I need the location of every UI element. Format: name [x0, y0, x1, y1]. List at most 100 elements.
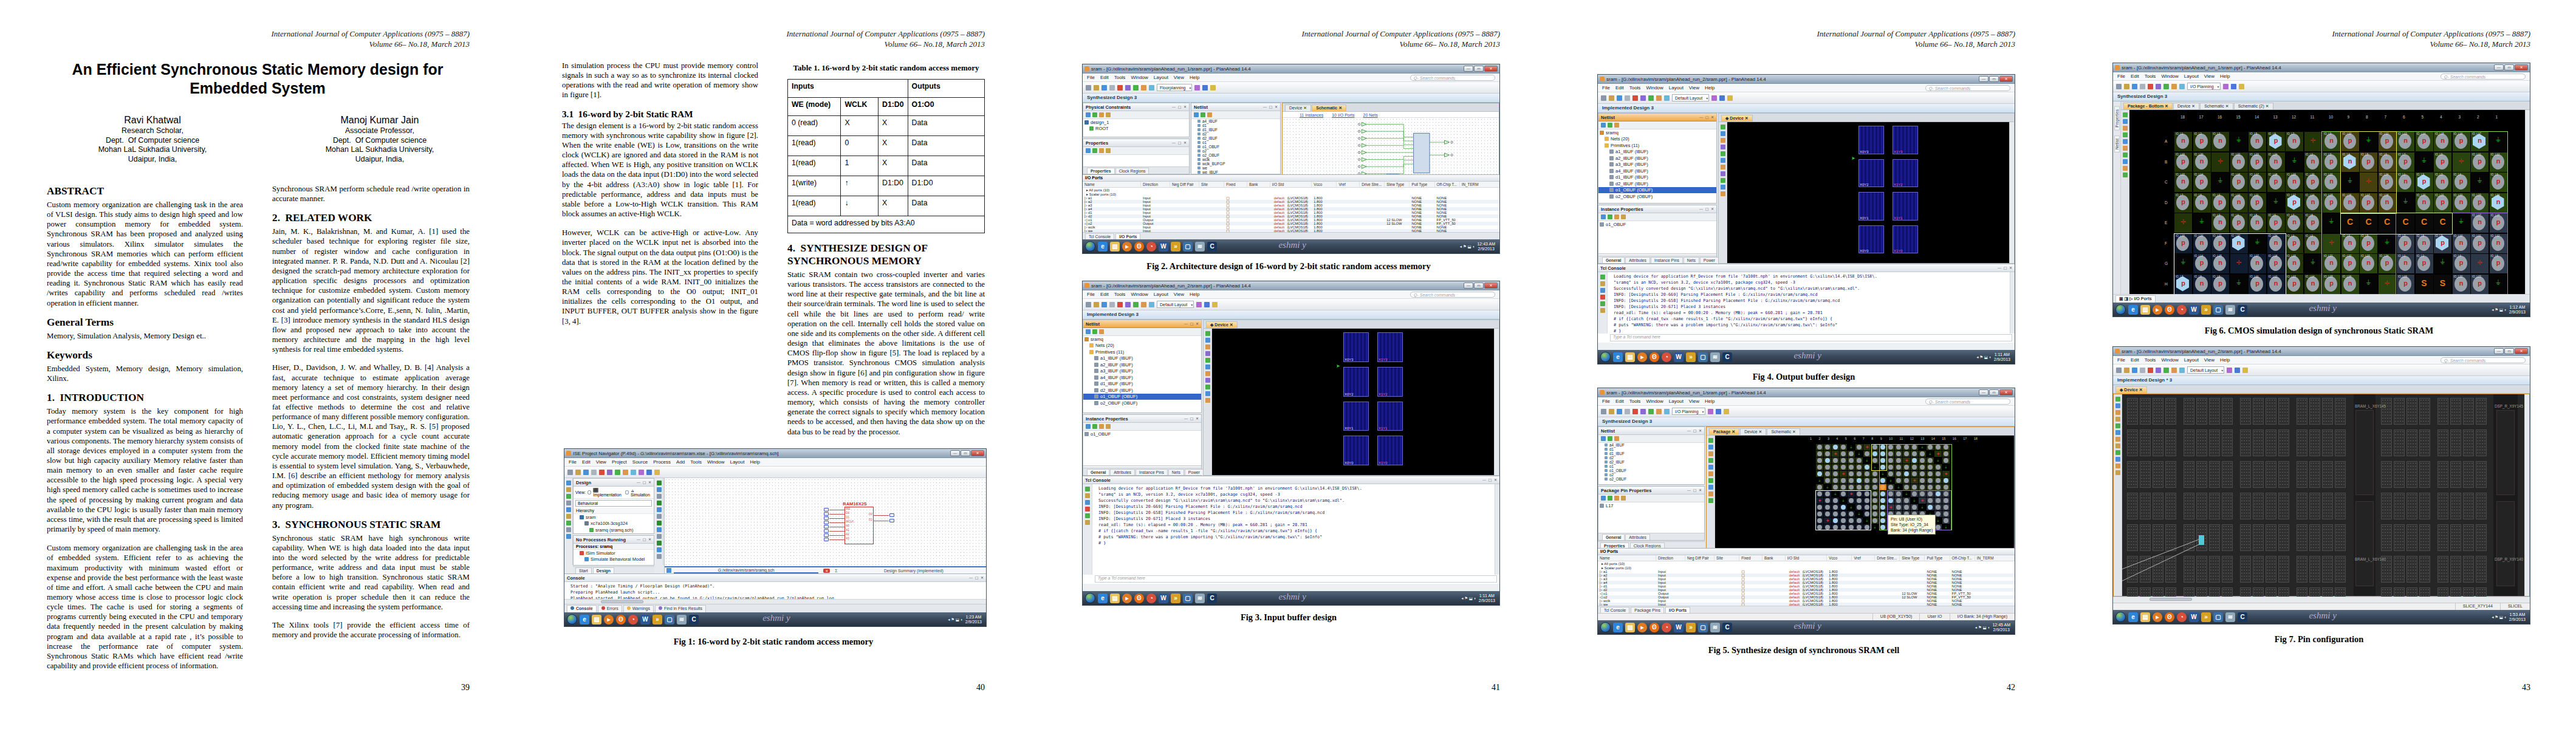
package-pin-cell: IO_L7p — [2174, 275, 2192, 294]
tree-item: o2_OBUF (OBUF) — [1083, 400, 1201, 406]
view-row: View:⬛ Implementation🜁 Simulation — [574, 487, 654, 499]
menu-layout: Layout — [730, 459, 744, 465]
package-pin-cell: IO_L10n — [2230, 193, 2248, 213]
tab-instance-pins: Instance Pins — [1651, 257, 1683, 263]
journal-header-line1: International Journal of Computer Applic… — [1817, 29, 2015, 39]
ruler-number: 6 — [2403, 115, 2405, 119]
toolbar-icon — [1617, 95, 1622, 101]
view-tab-package: Package ✕ — [1709, 428, 1739, 435]
device-tool-icon — [1205, 371, 1210, 376]
io-col-vref: Vref — [1852, 555, 1875, 561]
menu-window: Window — [2161, 357, 2178, 363]
tree-item: d2_IBUF — [1598, 460, 1704, 464]
xilinx-ise-icon: » — [2201, 305, 2211, 315]
tree-item-icon — [1089, 350, 1094, 354]
tree-item: wclk_BUFGP — [1191, 162, 1280, 166]
display-icon: ▢ — [1698, 352, 1708, 362]
folder-icon: ▤ — [2140, 612, 2150, 622]
package-pin-cell: IO_L2p — [2416, 254, 2433, 273]
continuation-paragraph: Synchronous SRAM perform schedule read /… — [272, 184, 470, 204]
package-pin-cell: IO_L8n — [2193, 275, 2211, 294]
side-tool-icon — [566, 514, 571, 519]
tcl-command-input: Type a Tcl command here — [1095, 575, 1497, 583]
tree-item-icon — [1605, 143, 1609, 148]
panel-tool-icon — [1086, 424, 1091, 429]
package-pin-cell: IO_L24n — [2490, 193, 2507, 213]
table1-caption: Table 1. 16-word by 2-bit static random … — [791, 63, 981, 73]
device-tool-icon — [1721, 158, 1725, 163]
menu-view: View — [1174, 292, 1184, 297]
taskbar-clock: 1:11 AM2/9/2013 — [1994, 352, 2012, 362]
isim-icon: ≋ — [1195, 242, 1205, 252]
table1-row[interactable]: 1(read)0XData — [788, 136, 985, 156]
panel-tool-icon — [1099, 424, 1104, 429]
ruler-number: 4 — [2440, 115, 2442, 119]
menu-layout: Layout — [2184, 357, 2199, 363]
table1-cell: X — [879, 196, 908, 216]
table1-row[interactable]: 1(read)1XData — [788, 156, 985, 176]
ruler-number: 1 — [2496, 115, 2498, 119]
tab-attributes: Attributes — [1625, 257, 1650, 263]
package-tool-icon — [2123, 139, 2128, 144]
toolbar-icon — [1212, 302, 1218, 307]
chrome-icon: ◔ — [1662, 623, 1671, 632]
tree-item: o2_OBUF (OBUF) — [1598, 193, 1716, 200]
panel-tool-icon — [1621, 214, 1626, 219]
tcl-line: # if {[catch {read_twx -name results_1 -… — [1098, 528, 1495, 534]
package-tool-icon — [2123, 112, 2128, 117]
document-canvas: International Journal of Computer Applic… — [0, 0, 2576, 729]
io-col-bank: Bank — [1247, 182, 1270, 187]
app-icon — [566, 451, 571, 456]
app-icon — [2115, 65, 2120, 70]
table1-row[interactable]: 0 (read)XXData — [788, 116, 985, 136]
tree-item-icon — [1197, 166, 1201, 169]
io-group-all-ports: ▸ All ports (10) — [1598, 561, 2015, 566]
start-button-icon — [567, 614, 577, 625]
toolbar-icon — [1664, 409, 1670, 414]
tree-item-icon — [1605, 460, 1608, 464]
menu-edit: Edit — [2131, 74, 2139, 79]
taskbar-clock: 1:11 AM2/9/2013 — [1479, 594, 1497, 603]
device-tool-icon — [1205, 344, 1210, 349]
tree-item: o1_OBUF — [1598, 221, 1716, 228]
toolbar-icon — [1632, 95, 1638, 101]
tree-item: o1 — [1598, 464, 1704, 468]
tcl-line: INFO: [Designutils 20-658] Finished Pars… — [1098, 510, 1495, 516]
package-pin-cell: C — [2397, 213, 2414, 233]
table1-cell: 0 (read) — [788, 116, 841, 136]
table1-row[interactable]: 1(write)↑D1:D0D1:D0 — [788, 176, 985, 196]
package-pin-cell: IO_L5n — [2249, 213, 2266, 233]
journal-header: International Journal of Computer Applic… — [271, 29, 470, 49]
menu-help: Help — [1705, 85, 1714, 91]
toolbar-icon — [591, 470, 597, 475]
package-pin-cell: IO_L17n — [2249, 254, 2266, 273]
panel-tool-icon — [1092, 112, 1097, 117]
toolbar-icon — [2116, 84, 2122, 89]
table1-row[interactable]: 1(read)↓XData — [788, 196, 985, 216]
package-tool-icon — [1708, 438, 1713, 443]
row-letter: E — [2165, 221, 2167, 225]
desktop-watermark: eshmi y — [2309, 611, 2336, 621]
menu-bar: FileEditToolsWindowLayoutViewHelpQ- Sear… — [1083, 74, 1499, 82]
tray-icons: ◂ ⚑ ⬓ ◖ — [2492, 615, 2507, 620]
package-pin-cell: IO_L8p — [2304, 213, 2322, 233]
tree-item-icon — [580, 551, 584, 555]
tcl-line: # puts "WARNING: there was a problem imp… — [1614, 322, 2010, 328]
perspective-bar: Implemented Design * 3 — [2113, 376, 2530, 385]
panel-tool-icon — [1207, 112, 1212, 117]
tcl-line: INFO: [Designutils 20-671] Placed 3 inst… — [1614, 304, 2010, 310]
tcl-console-header: Tcl Console— ▢ ✕ — [1598, 264, 2015, 272]
device-tool-icon — [1205, 398, 1210, 403]
device-tool-icon — [2115, 417, 2120, 422]
synthesize-heading: 4. SYNTHESIZE DESIGN OF SYNCHRONOUS MEMO… — [787, 242, 985, 267]
io-col-vcco: Vcco — [1312, 182, 1337, 187]
page-41: International Journal of Computer Applic… — [1030, 0, 1546, 729]
planahead-icon: C — [1207, 594, 1217, 603]
package-pin-cell: IO_L20n — [2416, 193, 2433, 213]
internet-explorer-icon: e — [2128, 305, 2138, 315]
toolbar-icon — [639, 470, 644, 475]
table1-cell: ↓ — [841, 196, 879, 216]
toolbar-icon — [1719, 95, 1725, 101]
schematic-canvas: RAM16X2SWED0D1WCLKA0A1A2A3O0O1G:/xilinx/… — [664, 478, 986, 573]
desktop-watermark: eshmi y — [1793, 621, 1821, 631]
